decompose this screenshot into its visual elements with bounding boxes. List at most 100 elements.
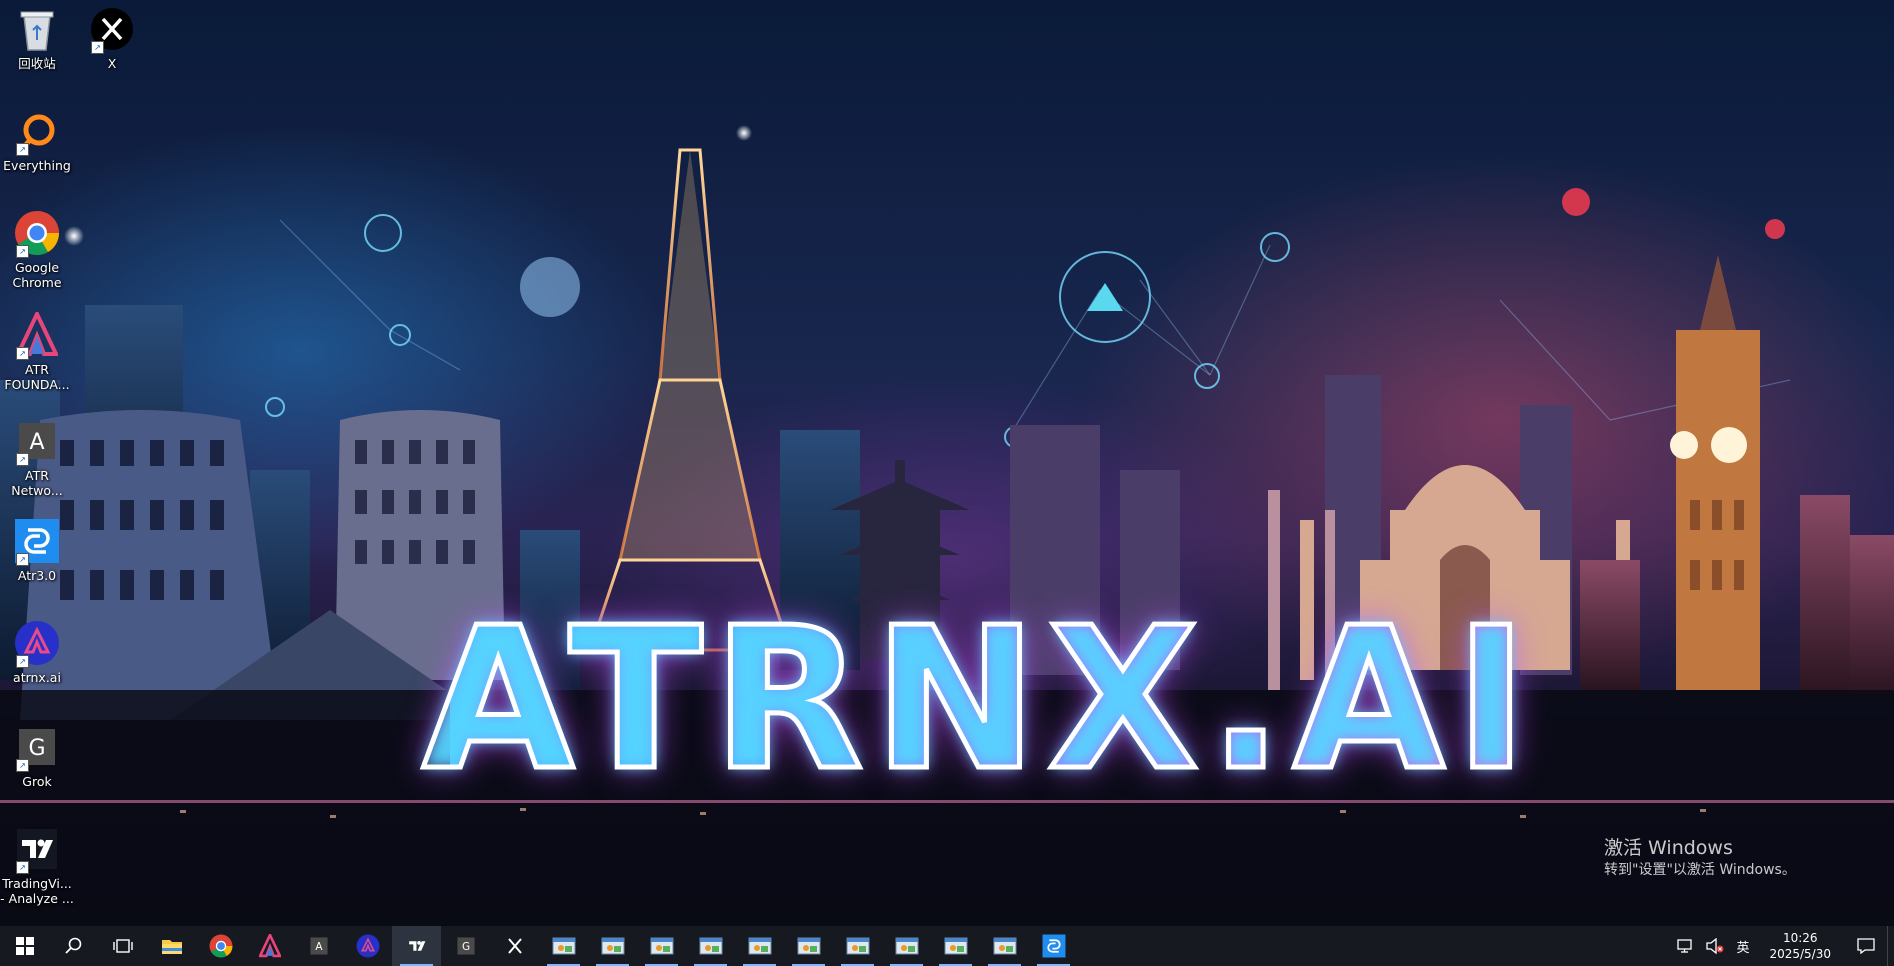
task-view-icon xyxy=(112,939,133,953)
shortcut-arrow-icon: ↗ xyxy=(91,41,104,54)
everything-icon: ↗ xyxy=(14,108,60,156)
desktop-icon-tradingview[interactable]: ↗ TradingVi... - Analyze ... xyxy=(0,826,74,906)
taskbar-app-window-9[interactable] xyxy=(931,926,980,966)
file-explorer-icon xyxy=(161,940,182,954)
big-ben xyxy=(1670,255,1760,690)
desktop-icon-grok[interactable]: G ↗ Grok xyxy=(0,724,74,789)
taskbar: A G 英 10:26 2025/5/30 xyxy=(0,926,1894,966)
clock-date: 2025/5/30 xyxy=(1769,947,1831,961)
atrnx-icon: ↗ xyxy=(14,620,60,668)
wallpaper-logo-label: ATRNX.AI xyxy=(420,586,1538,814)
shortcut-arrow-icon: ↗ xyxy=(16,759,29,772)
start-icon xyxy=(15,937,34,955)
notification-icon xyxy=(1857,938,1875,954)
search-icon xyxy=(64,937,81,954)
wallpaper-logo-text: ATRNX.AI xyxy=(420,600,1530,801)
network-icon xyxy=(1677,939,1693,953)
notification-center-button[interactable] xyxy=(1845,926,1887,966)
tradingview-icon xyxy=(408,941,425,951)
svg-text:A: A xyxy=(29,430,44,455)
system-tray: 英 10:26 2025/5/30 xyxy=(1670,926,1894,966)
desktop-icon-x[interactable]: ↗ X xyxy=(75,6,149,71)
svg-text:A: A xyxy=(315,941,323,953)
desktop-icon-label: Grok xyxy=(22,774,52,789)
chrome-icon: ↗ xyxy=(14,210,60,258)
taskbar-app-window-6[interactable] xyxy=(784,926,833,966)
shortcut-arrow-icon: ↗ xyxy=(16,553,29,566)
shortcut-arrow-icon: ↗ xyxy=(16,861,29,874)
atr-foundation-icon xyxy=(258,934,281,958)
desktop-icon-recycle-bin[interactable]: 回收站 xyxy=(0,6,74,71)
svg-text:G: G xyxy=(28,736,45,761)
taskbar-app-window-4[interactable] xyxy=(686,926,735,966)
desktop-icon-google-chrome[interactable]: ↗ Google Chrome xyxy=(0,210,74,290)
desktop[interactable]: ATRNX.AI 回收站 ↗ X ↗ Everything ↗ Google C… xyxy=(0,0,1894,926)
desktop-icon-label: ATR FOUNDA... xyxy=(4,362,70,392)
taskbar-app-window-2[interactable] xyxy=(588,926,637,966)
shortcut-arrow-icon: ↗ xyxy=(16,655,29,668)
desktop-icon-label: 回收站 xyxy=(18,56,56,71)
recycle-bin-icon xyxy=(14,6,60,52)
desktop-icon-label: Everything xyxy=(3,158,71,173)
taskbar-file-explorer[interactable] xyxy=(147,926,196,966)
desktop-icon-label: Atr3.0 xyxy=(17,568,57,583)
taskbar-app-window-1[interactable] xyxy=(539,926,588,966)
clock-button[interactable]: 10:26 2025/5/30 xyxy=(1755,930,1845,962)
taskbar-atr-foundation[interactable] xyxy=(245,926,294,966)
desktop-icon-atr3[interactable]: ↗ Atr3.0 xyxy=(0,518,74,583)
taskbar-chrome[interactable] xyxy=(196,926,245,966)
grok-icon: G xyxy=(456,937,475,955)
taskbar-atr-network[interactable]: A xyxy=(294,926,343,966)
taskbar-atr3[interactable] xyxy=(1029,926,1078,966)
taskbar-grok[interactable]: G xyxy=(441,926,490,966)
atr3-icon: ↗ xyxy=(14,518,60,566)
atr-network-icon: A xyxy=(309,937,328,955)
shortcut-arrow-icon: ↗ xyxy=(16,453,29,466)
tradingview-icon: ↗ xyxy=(14,826,60,874)
activation-title: 激活 Windows xyxy=(1604,837,1733,859)
desktop-icon-label: TradingVi... - Analyze ... xyxy=(0,876,74,906)
taskbar-tradingview[interactable] xyxy=(392,926,441,966)
desktop-icon-label: atrnx.ai xyxy=(13,670,61,685)
desktop-icon-label: Google Chrome xyxy=(12,260,62,290)
taskbar-app-window-3[interactable] xyxy=(637,926,686,966)
app-window-icon xyxy=(797,937,820,955)
app-window-icon xyxy=(650,937,673,955)
x-logo-icon: ↗ xyxy=(89,6,135,54)
x-icon xyxy=(507,938,522,954)
network-button[interactable] xyxy=(1670,926,1700,966)
app-window-icon xyxy=(846,937,869,955)
desktop-icon-everything[interactable]: ↗ Everything xyxy=(0,108,74,173)
atr-network-icon: A ↗ xyxy=(14,418,60,466)
app-window-icon xyxy=(944,937,967,955)
taskbar-x[interactable] xyxy=(490,926,539,966)
desktop-icon-atr-network[interactable]: A ↗ ATR Netwo... xyxy=(0,418,74,498)
shortcut-arrow-icon: ↗ xyxy=(16,347,29,360)
app-window-icon xyxy=(748,937,771,955)
taskbar-app-window-10[interactable] xyxy=(980,926,1029,966)
app-window-icon xyxy=(699,937,722,955)
atr3-icon xyxy=(1042,934,1065,958)
app-window-icon xyxy=(552,937,575,955)
task-view-button[interactable] xyxy=(98,926,147,966)
atrnx-icon xyxy=(356,934,379,958)
shortcut-arrow-icon: ↗ xyxy=(16,245,29,258)
show-desktop-button[interactable] xyxy=(1887,926,1894,966)
input-method-button[interactable]: 英 xyxy=(1730,926,1755,966)
svg-text:G: G xyxy=(461,941,469,953)
taskbar-atrnx[interactable] xyxy=(343,926,392,966)
volume-muted-icon xyxy=(1706,938,1724,954)
atr-foundation-icon: ↗ xyxy=(14,312,60,360)
search-button[interactable] xyxy=(49,926,98,966)
taskbar-app-window-7[interactable] xyxy=(833,926,882,966)
taskbar-app-window-5[interactable] xyxy=(735,926,784,966)
grok-icon: G ↗ xyxy=(14,724,60,772)
windows-activation-watermark: 激活 Windows 转到"设置"以激活 Windows。 xyxy=(1604,836,1796,880)
taskbar-app-window-8[interactable] xyxy=(882,926,931,966)
network-lines xyxy=(279,219,1791,436)
desktop-icon-atrnx[interactable]: ↗ atrnx.ai xyxy=(0,620,74,685)
app-window-icon xyxy=(601,937,624,955)
volume-button[interactable] xyxy=(1700,926,1730,966)
start-button[interactable] xyxy=(0,926,49,966)
desktop-icon-atr-foundation[interactable]: ↗ ATR FOUNDA... xyxy=(0,312,74,392)
